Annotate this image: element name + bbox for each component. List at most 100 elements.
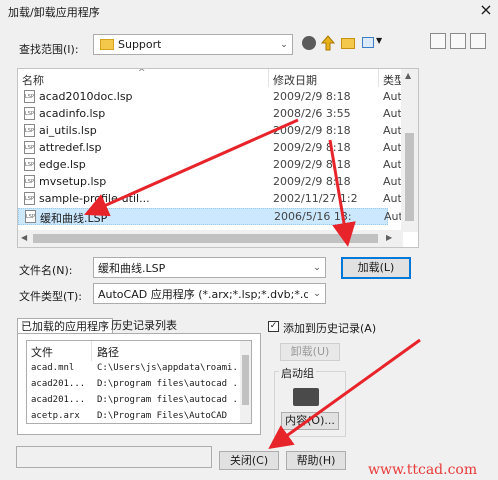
folder-icon (100, 39, 114, 50)
briefcase-icon (293, 388, 319, 406)
loaded-app-row[interactable]: acad201... D:\program files\autocad ... (27, 395, 241, 412)
lsp-file-icon: LSP (24, 124, 35, 137)
startup-label: 启动组 (279, 365, 316, 381)
status-field (16, 446, 212, 468)
file-row[interactable]: LSP acad2010doc.lsp 2009/2/9 8:18 Autc (18, 89, 408, 106)
loaded-app-row[interactable]: acad.mnl C:\Users\js\appdata\roami... (27, 363, 241, 380)
column-header-file[interactable]: 文件 (31, 344, 53, 360)
scroll-right-icon[interactable]: ▶ (386, 233, 392, 242)
header-divider (268, 69, 269, 87)
history-checkbox-label[interactable]: 添加到历史记录(A) (283, 320, 376, 336)
scroll-left-icon[interactable]: ◀ (21, 233, 27, 242)
filename-input[interactable]: 缓和曲线.LSP ⌄ (93, 257, 326, 278)
load-button[interactable]: 加载(L) (341, 257, 411, 279)
file-date: 2006/5/16 13: (274, 210, 352, 223)
unload-button[interactable]: 卸载(U) (280, 343, 340, 361)
horizontal-scrollbar[interactable]: ◀ ▶ (18, 230, 403, 247)
lookin-dropdown[interactable]: Support ⌄ (93, 34, 293, 55)
view-menu-icon[interactable] (362, 37, 374, 48)
loaded-app-path: D:\program files\autocad ... (97, 395, 241, 405)
startup-groupbox: 启动组 内容(O)... (274, 365, 346, 437)
file-name: acadinfo.lsp (39, 107, 106, 120)
find-icon[interactable] (430, 33, 446, 49)
chevron-down-icon[interactable]: ⌄ (309, 284, 325, 303)
file-row[interactable]: LSP attredef.lsp 2009/2/9 8:18 Autc (18, 140, 408, 157)
file-name: 缓和曲线.LSP (40, 212, 108, 225)
tools-icon[interactable] (450, 33, 466, 49)
column-header-date[interactable]: 修改日期 (273, 72, 317, 88)
chevron-down-icon[interactable]: ⌄ (276, 35, 292, 54)
loaded-app-file: acad201... (31, 379, 86, 389)
vertical-scrollbar[interactable]: ▲ (401, 69, 418, 232)
file-date: 2009/2/9 8:18 (273, 124, 351, 137)
scroll-thumb-horizontal[interactable] (33, 234, 378, 243)
file-name: edge.lsp (39, 158, 86, 171)
file-row[interactable]: LSP edge.lsp 2009/2/9 8:18 Autc (18, 157, 408, 174)
tab-history[interactable]: 历史记录列表 (108, 318, 180, 334)
header-divider (378, 69, 379, 87)
scroll-thumb[interactable] (242, 355, 249, 405)
file-row[interactable]: LSP 缓和曲线.LSP 2006/5/16 13: Autc (18, 208, 409, 225)
lookin-value: Support (118, 38, 162, 51)
lsp-file-icon: LSP (25, 210, 36, 223)
filetype-value: AutoCAD 应用程序 (*.arx;*.lsp;*.dvb;*.dbx;*.… (98, 288, 308, 301)
file-date: 2009/2/9 8:18 (273, 175, 351, 188)
loaded-app-row[interactable]: acetp.arx D:\Program Files\AutoCAD (27, 411, 241, 423)
filename-value: 缓和曲线.LSP (98, 262, 166, 275)
loaded-app-path: D:\Program Files\AutoCAD (97, 411, 228, 421)
file-name: acad2010doc.lsp (39, 90, 133, 103)
window-title: 加载/卸载应用程序 (8, 6, 100, 19)
watermark: www.ttcad.com (368, 462, 478, 478)
help-button[interactable]: 帮助(H) (286, 451, 346, 470)
lsp-file-icon: LSP (24, 192, 35, 205)
file-list[interactable]: 名称 ^ 修改日期 类型 LSP acad2010doc.lsp 2009/2/9 … (17, 68, 419, 248)
loaded-app-row[interactable]: acad201... D:\program files\autocad ... (27, 379, 241, 396)
file-row[interactable]: LSP acadinfo.lsp 2008/2/6 3:55 Autc (18, 106, 408, 123)
lsp-file-icon: LSP (24, 90, 35, 103)
file-row[interactable]: LSP sample-profile-util... 2002/11/27 1:2 A… (18, 191, 408, 208)
preview-icon[interactable] (470, 33, 486, 49)
header-divider (91, 341, 92, 361)
view-menu-arrow-icon[interactable]: ▼ (376, 36, 382, 45)
file-date: 2009/2/9 8:18 (273, 158, 351, 171)
close-button[interactable]: 关闭(C) (219, 451, 279, 470)
tab-loaded-apps[interactable]: 已加载的应用程序 (17, 318, 113, 334)
file-date: 2008/2/6 3:55 (273, 107, 351, 120)
lsp-file-icon: LSP (24, 141, 35, 154)
filetype-dropdown[interactable]: AutoCAD 应用程序 (*.arx;*.lsp;*.dvb;*.dbx;*.… (93, 283, 326, 304)
sort-up-icon: ^ (138, 68, 146, 78)
vertical-scrollbar[interactable] (240, 341, 251, 423)
up-folder-icon[interactable] (320, 34, 336, 52)
filetype-label: 文件类型(T): (19, 290, 83, 303)
loaded-app-path: D:\program files\autocad ... (97, 379, 241, 389)
contents-button[interactable]: 内容(O)... (281, 412, 339, 430)
lsp-file-icon: LSP (24, 107, 35, 120)
scroll-up-icon[interactable]: ▲ (405, 71, 411, 80)
loaded-apps-panel: 文件 路径 acad.mnl C:\Users\js\appdata\roami.… (17, 333, 261, 435)
history-checkbox[interactable]: ✓ (268, 321, 279, 332)
file-row[interactable]: LSP mvsetup.lsp 2009/2/9 8:18 Autc (18, 174, 408, 191)
file-date: 2009/2/9 8:18 (273, 90, 351, 103)
lookin-label: 查找范围(I): (19, 43, 79, 56)
file-name: ai_utils.lsp (39, 124, 97, 137)
file-name: mvsetup.lsp (39, 175, 107, 188)
file-date: 2002/11/27 1:2 (273, 192, 358, 205)
close-icon[interactable]: × (478, 0, 494, 19)
file-date: 2009/2/9 8:18 (273, 141, 351, 154)
back-icon[interactable] (302, 36, 316, 50)
chevron-down-icon[interactable]: ⌄ (309, 258, 325, 277)
loaded-app-file: acetp.arx (31, 411, 80, 421)
lsp-file-icon: LSP (24, 175, 35, 188)
filename-label: 文件名(N): (19, 264, 73, 277)
column-header-name[interactable]: 名称 (22, 72, 44, 88)
loaded-app-file: acad.mnl (31, 363, 75, 373)
lsp-file-icon: LSP (24, 158, 35, 171)
loaded-apps-list[interactable]: 文件 路径 acad.mnl C:\Users\js\appdata\roami.… (26, 340, 252, 424)
column-header-path[interactable]: 路径 (97, 344, 119, 360)
file-row[interactable]: LSP ai_utils.lsp 2009/2/9 8:18 Autc (18, 123, 408, 140)
loaded-app-path: C:\Users\js\appdata\roami... (97, 363, 241, 373)
new-folder-icon[interactable] (341, 38, 355, 49)
scroll-thumb[interactable] (405, 133, 414, 221)
loaded-app-file: acad201... (31, 395, 86, 405)
file-name: attredef.lsp (39, 141, 102, 154)
